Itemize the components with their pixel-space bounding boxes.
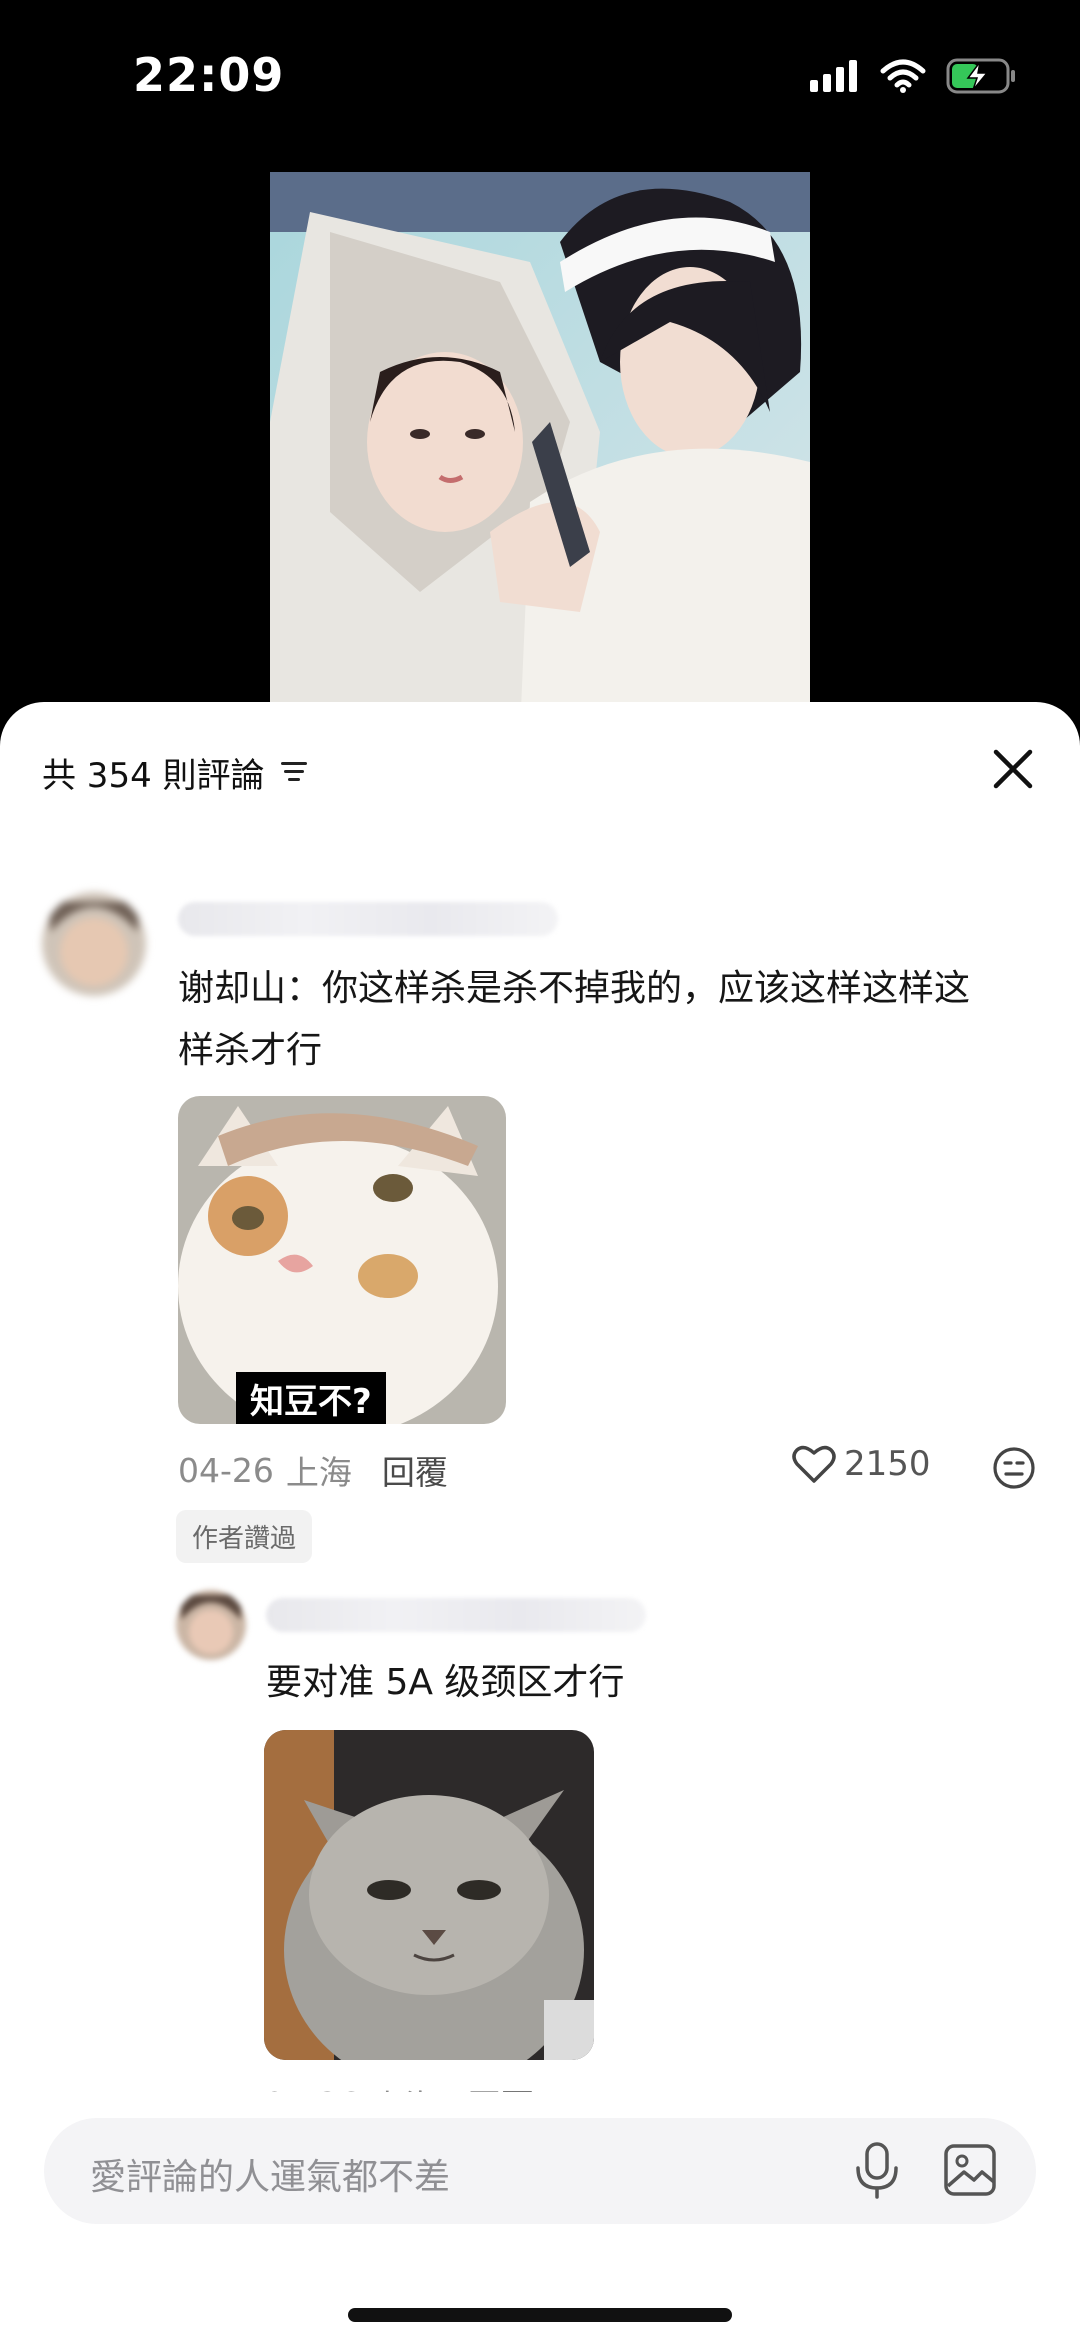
comments-header: 共 354 則評論: [42, 742, 309, 802]
comment-input[interactable]: 愛評論的人運氣都不差: [44, 2118, 1036, 2224]
video-still-image: [270, 172, 810, 732]
avatar[interactable]: [42, 892, 146, 996]
avatar[interactable]: [176, 1590, 246, 1660]
wifi-icon: [880, 59, 926, 93]
status-time: 22:09: [133, 48, 285, 102]
username-blurred[interactable]: [178, 902, 558, 936]
sort-icon[interactable]: [279, 758, 309, 786]
comment-count: 共 354 則評論: [42, 755, 265, 796]
mic-icon[interactable]: [852, 2140, 902, 2200]
comment-meta: 04-26 上海 回覆: [178, 1446, 448, 1494]
comment-text-line: 谢却山：你这样杀是杀不掉我的，应该这样这样这: [178, 968, 971, 1009]
image-icon[interactable]: [942, 2142, 998, 2198]
video-preview[interactable]: [270, 172, 810, 732]
comment-text: 要对准 5A 级颈区才行: [266, 1662, 625, 1703]
emoji-icon[interactable]: [992, 1446, 1036, 1490]
home-indicator[interactable]: [348, 2308, 732, 2322]
kitten-sticker: [264, 1730, 594, 2060]
comment-text: 谢却山：你这样杀是杀不掉我的，应该这样这样这 样杀才行: [178, 958, 1058, 1082]
like-count: 2150: [844, 1444, 931, 1484]
comment-date: 04-26: [178, 1450, 274, 1490]
input-placeholder: 愛評論的人運氣都不差: [90, 2157, 451, 2198]
reply-button[interactable]: 回覆: [382, 1446, 448, 1494]
close-icon[interactable]: [988, 744, 1038, 794]
sticker-caption: 知豆不?: [236, 1372, 386, 1424]
heart-icon: [792, 1445, 836, 1483]
like-button[interactable]: 2150: [792, 1444, 931, 1484]
comment-text-line: 样杀才行: [178, 1030, 323, 1071]
sticker-image[interactable]: [264, 1730, 594, 2060]
comment-location: 上海: [285, 1453, 352, 1492]
status-icons: [810, 58, 1018, 94]
status-bar: 22:09: [0, 0, 1080, 160]
username-blurred[interactable]: [266, 1598, 646, 1632]
comment-input-bar: 愛評論的人運氣都不差: [0, 2092, 1080, 2341]
sticker-image[interactable]: 知豆不?: [178, 1096, 506, 1424]
signal-icon: [810, 60, 857, 92]
battery-charging-icon: [946, 58, 1015, 94]
author-liked-badge: 作者讚過: [176, 1510, 313, 1563]
